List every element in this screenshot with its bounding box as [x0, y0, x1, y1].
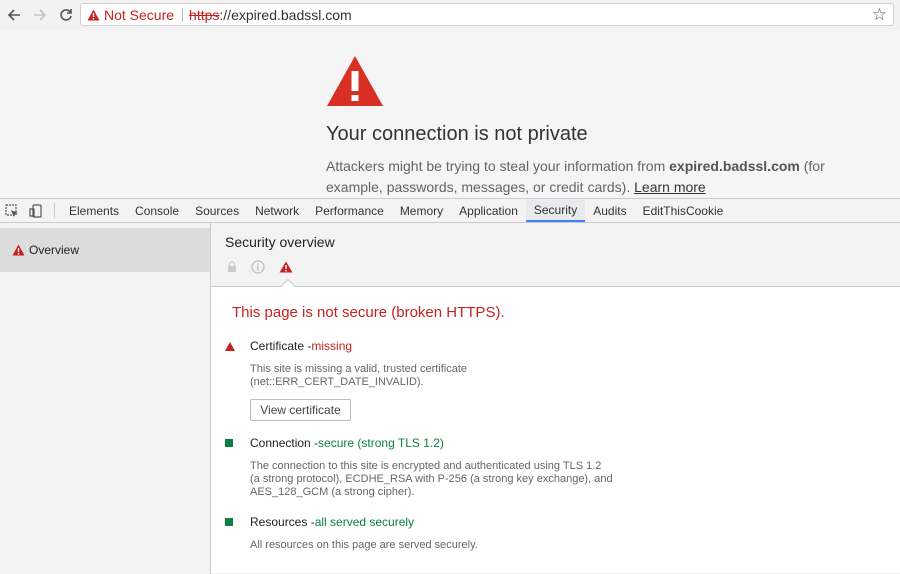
interstitial-page: Your connection is not private Attackers…	[0, 30, 900, 198]
forward-arrow-icon[interactable]	[28, 3, 52, 27]
browser-toolbar: Not Secure https ://expired.badssl.com ☆	[0, 0, 900, 30]
page-title: Your connection is not private	[326, 123, 588, 145]
url-scheme: https	[189, 6, 220, 23]
warning-icon	[225, 341, 250, 351]
resources-description: All resources on this page are served se…	[250, 539, 478, 551]
desc-host: expired.badssl.com	[669, 158, 800, 174]
security-title: Security overview	[225, 234, 335, 250]
certificate-label: Certificate -	[250, 339, 312, 353]
tab-elements[interactable]: Elements	[61, 199, 127, 222]
resources-section: Resources - all served securely All reso…	[225, 515, 865, 552]
security-summary: This page is not secure (broken HTTPS).	[232, 304, 505, 321]
learn-more-link[interactable]: Learn more	[634, 179, 706, 195]
desc-prefix: Attackers might be trying to steal your …	[326, 158, 670, 174]
connection-description: The connection to this site is encrypted…	[250, 460, 630, 499]
star-icon[interactable]: ☆	[872, 4, 887, 25]
devtools-panel: Elements Console Sources Network Perform…	[0, 198, 900, 574]
sidebar-item-label: Overview	[29, 243, 80, 257]
lock-icon	[227, 261, 237, 273]
tab-console[interactable]: Console	[127, 199, 187, 222]
connection-section: Connection - secure (strong TLS 1.2) The…	[225, 436, 865, 499]
connection-line: Connection - secure (strong TLS 1.2)	[225, 436, 865, 450]
devtools-body: Overview Security overview This page is …	[0, 223, 900, 574]
warning-icon	[279, 261, 293, 273]
tab-network[interactable]: Network	[247, 199, 307, 222]
certificate-line: Certificate - missing	[225, 339, 865, 353]
back-arrow-icon[interactable]	[2, 3, 26, 27]
resources-label: Resources -	[250, 515, 315, 529]
connection-desc-line: (a strong protocol), ECDHE_RSA with P-25…	[250, 473, 613, 485]
resources-line: Resources - all served securely	[225, 515, 865, 529]
tab-audits[interactable]: Audits	[585, 199, 634, 222]
tab-sources[interactable]: Sources	[187, 199, 247, 222]
secure-square-icon	[225, 439, 250, 447]
connection-status: secure (strong TLS 1.2)	[318, 436, 444, 450]
tab-editthiscookie[interactable]: EditThisCookie	[635, 199, 732, 222]
certificate-section: Certificate - missing This site is missi…	[225, 339, 865, 421]
view-certificate-button[interactable]: View certificate	[250, 399, 351, 421]
security-state-icons	[227, 260, 307, 274]
certificate-desc-line: (net::ERR_CERT_DATE_INVALID).	[250, 376, 424, 388]
security-main: Security overview This page is not secur…	[211, 223, 900, 574]
reload-icon[interactable]	[54, 3, 78, 27]
tab-security[interactable]: Security	[525, 199, 586, 222]
selected-state-caret	[280, 278, 296, 294]
secure-square-icon	[225, 518, 250, 526]
inspect-element-icon[interactable]	[0, 199, 24, 222]
tab-performance[interactable]: Performance	[307, 199, 392, 222]
warning-icon	[12, 244, 25, 256]
warning-triangle-icon	[325, 54, 385, 113]
certificate-status: missing	[311, 339, 353, 353]
url-host: ://expired.badssl.com	[219, 6, 352, 23]
resources-status: all served securely	[314, 515, 415, 529]
security-sidebar: Overview	[0, 223, 211, 574]
not-secure-label[interactable]: Not Secure	[104, 7, 174, 23]
address-bar[interactable]: Not Secure https ://expired.badssl.com ☆	[80, 3, 894, 26]
tab-memory[interactable]: Memory	[392, 199, 451, 222]
security-header: Security overview	[211, 223, 900, 294]
sidebar-item-overview[interactable]: Overview	[0, 228, 210, 272]
info-icon	[251, 260, 265, 274]
omnibox-divider	[182, 7, 184, 22]
connection-label: Connection -	[250, 436, 319, 450]
warning-icon[interactable]	[87, 9, 100, 21]
tab-application[interactable]: Application	[451, 199, 526, 222]
page-description: Attackers might be trying to steal your …	[326, 156, 846, 198]
certificate-description: This site is missing a valid, trusted ce…	[250, 363, 630, 389]
certificate-desc-line: This site is missing a valid, trusted ce…	[250, 363, 468, 375]
devtools-tabbar: Elements Console Sources Network Perform…	[0, 199, 900, 223]
connection-desc-line: The connection to this site is encrypted…	[250, 460, 602, 472]
connection-desc-line: AES_128_GCM (a strong cipher).	[250, 486, 415, 498]
device-toolbar-icon[interactable]	[24, 199, 48, 222]
tabbar-divider	[54, 203, 55, 218]
